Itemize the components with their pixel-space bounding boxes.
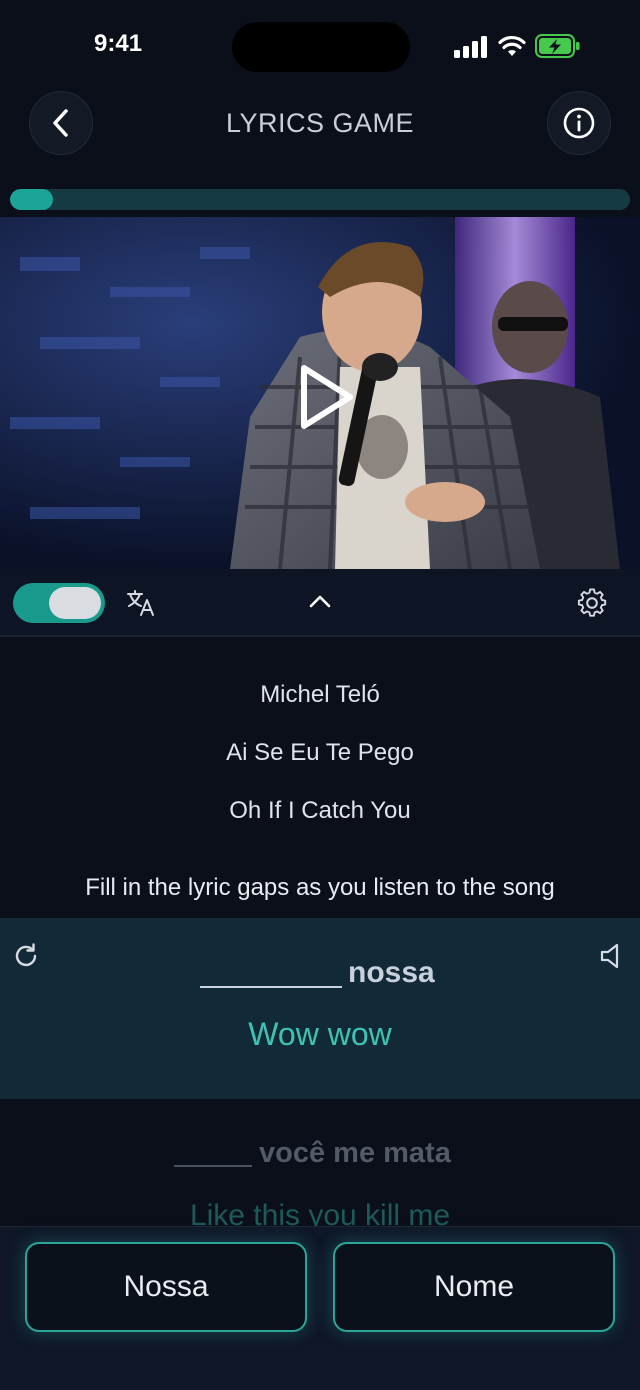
header: LYRICS GAME [0, 90, 640, 160]
chevron-up-icon[interactable] [308, 593, 332, 609]
song-title-translation: Oh If I Catch You [229, 797, 411, 824]
song-progress-bar [10, 189, 630, 210]
lyric-translation: Wow wow [248, 1016, 392, 1052]
next-lyric-text: você me mata [259, 1137, 451, 1169]
song-title: Ai Se Eu Te Pego [226, 739, 414, 766]
translate-icon[interactable] [126, 589, 156, 617]
refresh-icon[interactable] [12, 942, 40, 970]
toggle-knob [49, 587, 101, 619]
next-lyric-translation: Like this you kill me [189, 1199, 451, 1227]
info-icon [563, 107, 595, 139]
play-button[interactable] [296, 362, 356, 432]
answer-option-button[interactable]: Nossa [25, 1242, 307, 1332]
next-lyric-line: você me mata Like this you kill me [0, 1099, 640, 1227]
speaker-icon[interactable] [599, 942, 623, 970]
lyric-gap-blank [200, 986, 342, 988]
cellular-signal-icon [454, 36, 487, 58]
game-instructions: Fill in the lyric gaps as you listen to … [85, 874, 555, 901]
lyrics-controls-bar [0, 569, 640, 637]
translation-toggle[interactable] [13, 583, 105, 623]
wifi-icon [498, 35, 526, 56]
battery-charging-icon [535, 34, 580, 58]
gear-icon[interactable] [577, 588, 607, 618]
status-time: 9:41 [94, 30, 143, 57]
song-progress-fill [10, 189, 54, 210]
artist-name: Michel Teló [260, 681, 380, 708]
dynamic-island [232, 22, 410, 72]
status-bar: 9:41 [0, 0, 640, 90]
info-button[interactable] [547, 91, 611, 155]
answer-options: Nossa Nome [0, 1226, 640, 1390]
page-title: LYRICS GAME [225, 108, 415, 138]
current-lyric-line: nossa Wow wow [0, 918, 640, 1099]
next-lyric-gap-blank [174, 1165, 252, 1167]
answer-option-button[interactable]: Nome [333, 1242, 615, 1332]
lyric-text: nossa [348, 956, 435, 989]
